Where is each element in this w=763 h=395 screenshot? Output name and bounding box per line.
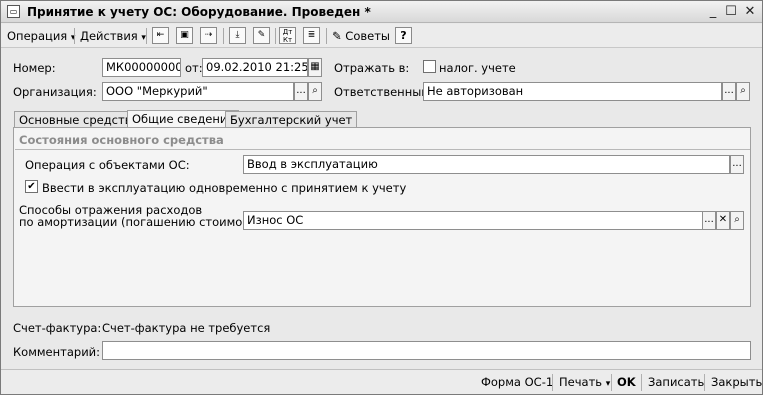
- reflect-label: Отражать в:: [334, 61, 410, 75]
- help-button[interactable]: ?: [395, 27, 412, 44]
- tips-icon: ✎: [332, 29, 342, 43]
- organization-label: Организация:: [13, 85, 97, 99]
- commission-checkbox[interactable]: ✔: [25, 180, 38, 193]
- operation-label: Операция с объектами ОС:: [25, 158, 190, 172]
- invoice-value[interactable]: Счет-фактура не требуется: [102, 321, 270, 335]
- form-os1-button[interactable]: Форма ОС-1: [481, 375, 553, 389]
- tab-accounting[interactable]: Бухгалтерский учет: [225, 111, 358, 128]
- search-icon[interactable]: ⌕: [736, 82, 750, 101]
- statusbar-separator: [552, 374, 553, 391]
- tab-general-info[interactable]: Общие сведения: [127, 110, 240, 128]
- toolbar: Операция ▾ Действия ▾ ⇤ ▣ ⇢ ⤓ ✎ ДтКт ≣ ✎…: [1, 24, 762, 48]
- toolbar-separator: [275, 28, 276, 44]
- date-label: от:: [185, 61, 203, 75]
- status-bar: Форма ОС-1 Печать ▾ OK Записать Закрыть: [1, 369, 762, 394]
- journal-icon[interactable]: ≣: [303, 27, 320, 44]
- document-view-icon[interactable]: ▣: [176, 27, 193, 44]
- select-button[interactable]: ...: [722, 82, 736, 101]
- clear-document-icon[interactable]: ✎: [253, 27, 270, 44]
- tab-fixed-assets[interactable]: Основные средства: [14, 111, 144, 128]
- print-menu[interactable]: Печать ▾: [559, 375, 610, 389]
- window-title: Принятие к учету ОС: Оборудование. Прове…: [27, 5, 371, 19]
- search-icon[interactable]: ⌕: [308, 82, 322, 101]
- maximize-button[interactable]: ☐: [723, 4, 739, 20]
- print-menu-label: Печать: [559, 375, 603, 389]
- save-button[interactable]: Записать: [648, 375, 704, 389]
- structure-icon[interactable]: ⇢: [200, 27, 217, 44]
- debit-credit-icon[interactable]: Дт Кт: [279, 27, 296, 44]
- number-label: Номер:: [13, 61, 56, 75]
- actions-menu[interactable]: Действия ▾: [80, 28, 146, 44]
- tax-accounting-label: налог. учете: [439, 61, 516, 75]
- toolbar-separator: [146, 28, 147, 44]
- statusbar-separator: [641, 374, 642, 391]
- tax-accounting-checkbox[interactable]: [423, 60, 436, 73]
- comment-input[interactable]: [102, 341, 751, 360]
- tips-label: Советы: [345, 29, 390, 43]
- organization-field[interactable]: ООО "Меркурий": [102, 82, 294, 101]
- number-field[interactable]: МК000000003: [102, 58, 181, 77]
- date-field[interactable]: 09.02.2010 21:25:05: [202, 58, 308, 77]
- toolbar-separator: [223, 28, 224, 44]
- amortization-label-line2: по амортизации (погашению стоимости):: [19, 215, 272, 229]
- select-button[interactable]: ...: [730, 155, 744, 174]
- minimize-button[interactable]: _: [705, 4, 721, 20]
- operation-menu-label: Операция: [7, 29, 68, 43]
- toolbar-separator: [326, 28, 327, 44]
- responsible-field[interactable]: Не авторизован: [423, 82, 722, 101]
- group-title: Состояния основного средства: [19, 133, 224, 147]
- close-button[interactable]: ✕: [742, 4, 758, 20]
- document-window: ▭ Принятие к учету ОС: Оборудование. Про…: [0, 0, 763, 395]
- ok-button[interactable]: OK: [617, 375, 636, 389]
- fill-document-icon[interactable]: ⤓: [229, 27, 246, 44]
- actions-menu-label: Действия: [80, 29, 138, 43]
- amortization-field[interactable]: Износ ОС: [243, 211, 716, 230]
- post-arrow-icon[interactable]: ⇤: [152, 27, 169, 44]
- select-button[interactable]: ...: [294, 82, 308, 101]
- select-button[interactable]: ...: [702, 211, 716, 230]
- toolbar-separator: [74, 28, 75, 44]
- close-form-button[interactable]: Закрыть: [711, 375, 762, 389]
- calendar-icon[interactable]: ▦: [308, 58, 322, 77]
- group-divider: [15, 149, 750, 150]
- operation-menu[interactable]: Операция ▾: [7, 28, 75, 44]
- tips-button[interactable]: ✎ Советы: [332, 28, 390, 44]
- statusbar-separator: [704, 374, 705, 391]
- search-icon[interactable]: ⌕: [730, 211, 744, 230]
- clear-icon[interactable]: ✕: [716, 211, 730, 230]
- comment-label: Комментарий:: [13, 345, 101, 359]
- document-icon: ▭: [7, 5, 20, 18]
- invoice-label: Счет-фактура:: [13, 321, 102, 335]
- operation-field[interactable]: Ввод в эксплуатацию: [243, 155, 730, 174]
- title-bar: ▭ Принятие к учету ОС: Оборудование. Про…: [1, 1, 762, 23]
- responsible-label: Ответственный:: [334, 85, 433, 99]
- chevron-down-icon: ▾: [605, 379, 611, 389]
- commission-label: Ввести в эксплуатацию одновременно с при…: [42, 181, 407, 195]
- statusbar-separator: [611, 374, 612, 391]
